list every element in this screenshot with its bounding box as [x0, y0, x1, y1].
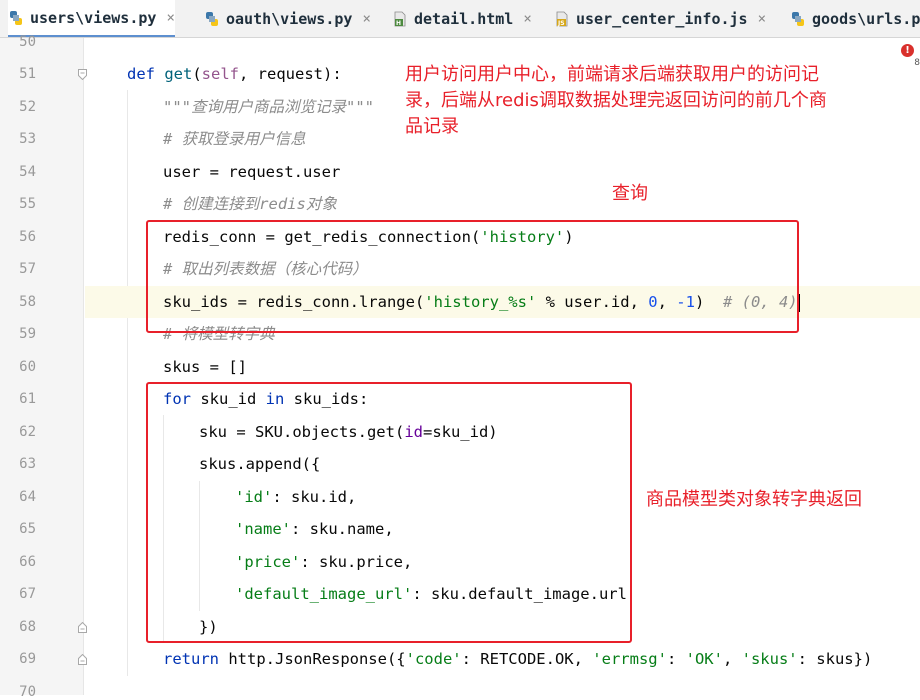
line-number: 64 — [19, 489, 36, 505]
line-number: 57 — [19, 261, 36, 277]
line-number: 52 — [19, 99, 36, 115]
string-literal: 'OK' — [685, 650, 723, 668]
docstring: """查询用户商品浏览记录""" — [163, 98, 374, 116]
line-number: 55 — [19, 196, 36, 212]
line-number: 58 — [19, 294, 36, 310]
code-text: http.JsonResponse({ — [219, 650, 406, 668]
code-text: ( — [192, 65, 202, 83]
line-number: 62 — [19, 424, 36, 440]
tab-users-views[interactable]: users\views.py × — [8, 0, 175, 37]
line-number: 51 — [19, 66, 36, 82]
line-number: 68 — [19, 619, 36, 635]
comment: # 获取登录用户信息 — [163, 130, 306, 148]
tab-goods-urls[interactable]: goods\urls.py — [790, 0, 920, 37]
python-file-icon — [204, 11, 220, 27]
code-text: user = request.user — [163, 163, 341, 181]
code-line-55[interactable]: # 创建连接到redis对象 — [85, 188, 920, 220]
code-text: , request): — [239, 65, 342, 83]
query-annotation: 查询 — [612, 183, 648, 204]
close-icon[interactable]: × — [362, 11, 370, 27]
keyword: def — [127, 65, 165, 83]
code-text: : skus}) — [797, 650, 873, 668]
line-number: 65 — [19, 521, 36, 537]
convert-annotation: 商品模型类对象转字典返回 — [646, 489, 862, 510]
comment: # 创建连接到redis对象 — [163, 195, 337, 213]
line-number: 61 — [19, 391, 36, 407]
close-icon[interactable]: × — [758, 11, 766, 27]
line-number: 54 — [19, 164, 36, 180]
annotation-line: 录，后端从redis调取数据处理完返回访问的前几个商 — [405, 90, 827, 111]
html-file-icon: H — [392, 11, 408, 27]
tab-user-center-info-js[interactable]: JS user_center_info.js × — [554, 0, 766, 37]
tab-label: users\views.py — [30, 8, 157, 27]
string-literal: 'skus' — [741, 650, 798, 668]
line-number: 56 — [19, 229, 36, 245]
self-param: self — [201, 65, 239, 83]
code-text: : — [666, 650, 686, 668]
line-number: 60 — [19, 359, 36, 375]
editor-tab-bar: users\views.py × oauth\views.py × H deta… — [0, 0, 920, 38]
tab-oauth-views[interactable]: oauth\views.py × — [204, 0, 371, 37]
error-count: 8 — [914, 58, 920, 68]
code-line-54[interactable]: user = request.user — [85, 156, 920, 188]
code-text: : RETCODE.OK, — [461, 650, 593, 668]
convert-highlight-box — [146, 382, 632, 643]
function-name: get — [164, 65, 193, 83]
line-number: 66 — [19, 554, 36, 570]
code-text: , — [722, 650, 742, 668]
tab-label: user_center_info.js — [576, 9, 748, 28]
line-number: 53 — [19, 131, 36, 147]
svg-text:JS: JS — [557, 20, 565, 27]
line-number: 63 — [19, 456, 36, 472]
tab-detail-html[interactable]: H detail.html × — [392, 0, 532, 37]
tab-label: oauth\views.py — [226, 9, 353, 28]
python-file-icon — [8, 10, 24, 26]
line-number: 50 — [19, 34, 36, 50]
annotation-line: 用户访问用户中心，前端请求后端获取用户的访问记 — [405, 64, 819, 85]
line-number: 69 — [19, 651, 36, 667]
python-file-icon — [790, 11, 806, 27]
string-literal: 'errmsg' — [592, 650, 667, 668]
tab-label: goods\urls.py — [812, 9, 920, 28]
tab-label: detail.html — [414, 9, 514, 28]
keyword: return — [163, 650, 219, 668]
line-number: 70 — [19, 684, 36, 700]
js-file-icon: JS — [554, 11, 570, 27]
query-highlight-box — [146, 220, 799, 333]
close-icon[interactable]: × — [523, 11, 531, 27]
code-line-69[interactable]: return http.JsonResponse({'code': RETCOD… — [85, 643, 920, 675]
error-indicator-icon[interactable]: ! — [901, 44, 914, 57]
code-text: skus = [] — [163, 358, 247, 376]
top-annotation: 用户访问用户中心，前端请求后端获取用户的访问记 录，后端从redis调取数据处理… — [405, 62, 885, 140]
code-line-60[interactable]: skus = [] — [85, 351, 920, 383]
line-number: 67 — [19, 586, 36, 602]
line-number: 59 — [19, 326, 36, 342]
svg-text:H: H — [396, 20, 401, 27]
annotation-line: 品记录 — [405, 116, 459, 137]
string-literal: 'code' — [405, 650, 462, 668]
close-icon[interactable]: × — [166, 10, 174, 26]
